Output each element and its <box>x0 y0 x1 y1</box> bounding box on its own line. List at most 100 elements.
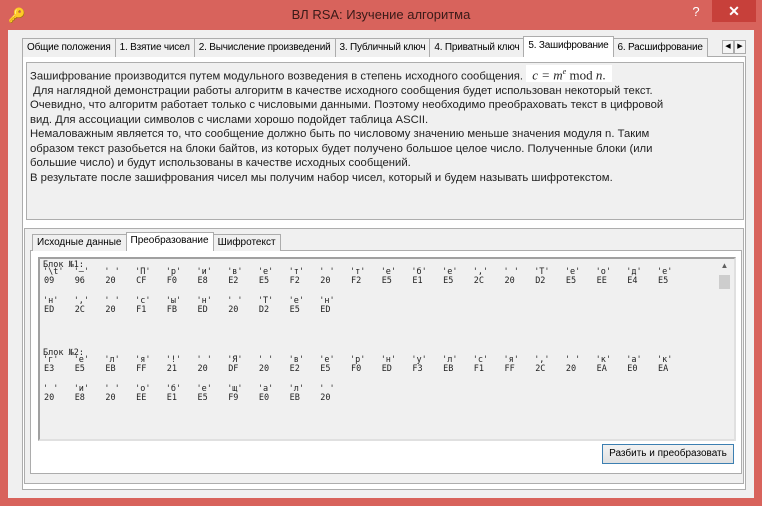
byte-cell: 'Т' D2 <box>534 268 562 286</box>
byte-cell: 'а' E0 <box>258 385 286 403</box>
desc-line: образом текст разобьется на блоки байтов… <box>30 142 653 155</box>
tab-5[interactable]: 5. Зашифрование <box>523 36 614 57</box>
desc-line: Немаловажным является то, что сообщение … <box>30 128 650 141</box>
vertical-scrollbar[interactable]: ▲ <box>716 259 733 439</box>
byte-cell: 'ы' FB <box>166 297 194 315</box>
byte-hex: E1 <box>412 276 423 286</box>
byte-hex: 20 <box>504 276 515 286</box>
byte-hex: EA <box>658 364 669 374</box>
byte-hex: 96 <box>74 276 85 286</box>
byte-hex: F2 <box>351 276 362 286</box>
byte-cell: 'в' E2 <box>289 356 317 374</box>
split-convert-button[interactable]: Разбить и преобразовать <box>602 444 734 464</box>
formula-lhs: c = m <box>532 67 563 83</box>
byte-cell: 'у' F3 <box>411 356 439 374</box>
byte-hex: 20 <box>105 393 116 403</box>
byte-cell: 'т' F2 <box>289 268 317 286</box>
byte-hex: 2C <box>473 276 485 286</box>
byte-hex: 20 <box>44 393 55 403</box>
byte-cell: ' ' 20 <box>504 268 532 286</box>
byte-hex: E0 <box>627 364 638 374</box>
byte-hex: 2C <box>535 364 546 374</box>
byte-hex: E5 <box>381 276 392 286</box>
byte-hex: EA <box>596 364 607 374</box>
byte-hex: 21 <box>166 364 178 374</box>
tab-4[interactable]: 4. Приватный ключ <box>429 38 525 57</box>
byte-hex: EB <box>105 364 116 374</box>
tab-6[interactable]: 6. Расшифрование <box>612 38 708 57</box>
byte-hex: E5 <box>74 364 85 374</box>
tab-3[interactable]: 3. Публичный ключ <box>334 38 431 57</box>
byte-hex: EE <box>596 276 607 286</box>
byte-hex: ED <box>44 305 55 315</box>
byte-cell: 'л' EB <box>104 356 132 374</box>
byte-cell: 'р' F0 <box>166 268 194 286</box>
tab-0[interactable]: Общие положения <box>22 38 116 57</box>
byte-hex: F0 <box>166 276 178 286</box>
byte-cell: 'а' E0 <box>626 356 654 374</box>
scroll-thumb[interactable] <box>719 275 730 289</box>
byte-hex: EB <box>289 393 300 403</box>
byte-hex: E4 <box>627 276 638 286</box>
byte-cell: ' ' 20 <box>104 268 132 286</box>
conversion-listing[interactable]: Блок №1: '\t' 09 '–' 96 ' ' 20 'П' CF'р' F0'и' E8 '… <box>38 257 736 441</box>
byte-hex: E1 <box>166 393 178 403</box>
byte-hex: F1 <box>136 305 147 315</box>
byte-cell: 'е' E5 <box>74 356 102 374</box>
byte-cell: 'и' E8 <box>197 268 225 286</box>
byte-cell: ',' 2C <box>74 297 102 315</box>
byte-hex: FF <box>136 364 147 374</box>
tab-scroll-right-icon[interactable]: ▶ <box>734 40 746 54</box>
main-tabs: Общие положения 1. Взятие чисел 2. Вычисле… <box>22 36 708 57</box>
byte-cell: 'щ' F9 <box>227 385 255 403</box>
title-bar: 🔑 ВЛ RSA: Изучение алгоритма ? ✕ <box>0 0 762 30</box>
close-button[interactable]: ✕ <box>712 0 756 22</box>
byte-hex: CF <box>136 276 147 286</box>
byte-cell: ' ' 20 <box>258 356 286 374</box>
byte-hex: E5 <box>565 276 577 286</box>
byte-hex: 20 <box>105 305 116 315</box>
byte-hex: E5 <box>197 393 208 403</box>
byte-cell: 'е' E5 <box>381 268 409 286</box>
inner-tab-0[interactable]: Исходные данные <box>32 234 127 251</box>
byte-cell: 'л' EB <box>442 356 470 374</box>
desc-line: В результате после зашифрования чисел мы… <box>30 171 613 184</box>
byte-hex: ED <box>197 305 208 315</box>
byte-hex: E5 <box>443 276 454 286</box>
formula-end: . <box>602 67 606 83</box>
byte-hex: D2 <box>535 276 546 286</box>
desc-line: Очевидно, что алгоритм работает только с… <box>30 99 664 112</box>
byte-hex: 20 <box>320 393 331 403</box>
byte-cell: 'о' EE <box>596 268 624 286</box>
byte-cell: 'н' ED <box>197 297 225 315</box>
byte-hex: 2C <box>74 305 85 315</box>
byte-hex: F3 <box>412 364 423 374</box>
byte-hex: E8 <box>74 393 85 403</box>
byte-hex: 20 <box>105 276 116 286</box>
description-text: Зашифрование производится путем модульно… <box>26 62 744 220</box>
byte-cell: 'к' EA <box>596 356 624 374</box>
byte-cell: 'н' ED <box>319 297 347 315</box>
byte-hex: F1 <box>473 364 485 374</box>
scroll-up-icon[interactable]: ▲ <box>716 261 733 270</box>
byte-hex: DF <box>228 364 239 374</box>
byte-cell: 'с' F1 <box>473 356 501 374</box>
byte-cell: ' ' 20 <box>43 385 71 403</box>
byte-cell: ' ' 20 <box>319 268 347 286</box>
byte-hex: E5 <box>289 305 300 315</box>
inner-tab-1[interactable]: Преобразование <box>125 232 214 251</box>
byte-hex: EE <box>136 393 147 403</box>
byte-cell: 'е' E5 <box>197 385 225 403</box>
byte-cell: 'е' E5 <box>289 297 317 315</box>
byte-hex: 20 <box>320 276 331 286</box>
inner-tab-2[interactable]: Шифротекст <box>212 234 281 251</box>
tab-2[interactable]: 2. Вычисление произведений <box>193 38 336 57</box>
byte-hex: 20 <box>565 364 577 374</box>
byte-cell: 'р' F0 <box>350 356 378 374</box>
tab-scroll-left-icon[interactable]: ◀ <box>722 40 734 54</box>
help-button[interactable]: ? <box>684 4 708 24</box>
tab-1[interactable]: 1. Взятие чисел <box>114 38 195 57</box>
byte-cell: 'е' E5 <box>657 268 685 286</box>
desc-line: Зашифрование производится путем модульно… <box>30 70 524 83</box>
byte-cell: '–' 96 <box>74 268 102 286</box>
